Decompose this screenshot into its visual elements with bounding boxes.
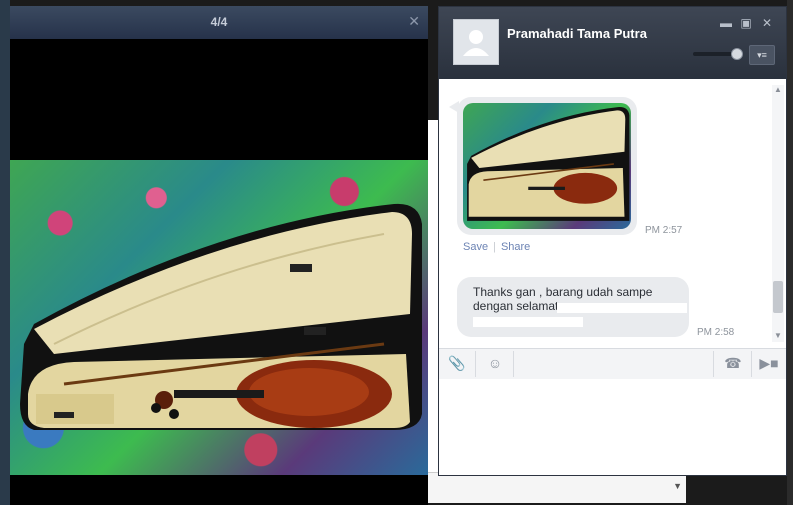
minimize-icon[interactable]: ▬ (719, 16, 733, 30)
message-list: PM 2:57 Save | Share Thanks gan , barang u… (439, 79, 786, 348)
photo-violin-case[interactable] (10, 160, 428, 475)
image-message-actions: Save | Share (463, 241, 531, 253)
violin-case-thumbnail-icon (467, 106, 630, 221)
image-message-bubble (457, 97, 637, 235)
chevron-down-icon[interactable]: ▼ (673, 481, 682, 491)
toolbar-divider (751, 351, 752, 377)
paperclip-icon[interactable]: 📎 (445, 355, 469, 373)
volume-slider-handle[interactable] (731, 48, 743, 60)
message-compose-area[interactable] (439, 379, 786, 475)
photo-viewer: 4/4 ✕ (10, 6, 428, 505)
photo-viewer-header: 4/4 ✕ (10, 6, 428, 39)
background-page-right (787, 0, 793, 505)
close-icon[interactable]: ✕ (408, 13, 420, 30)
contact-name[interactable]: Pramahadi Tama Putra (507, 26, 647, 41)
redacted-block (557, 303, 687, 313)
redacted-block (473, 317, 583, 327)
message-text-line-1: Thanks gan , barang udah sampe (473, 285, 653, 299)
photo-counter: 4/4 (210, 15, 228, 29)
chat-toolbar: 📎 ☺ ☎ ▶■ (439, 348, 786, 380)
chevron-down-icon[interactable]: ▼ (774, 331, 782, 340)
toolbar-divider (513, 351, 514, 377)
message-timestamp: PM 2:58 (697, 327, 735, 338)
emoji-icon[interactable]: ☺ (483, 355, 507, 373)
maximize-icon[interactable]: ▣ (739, 16, 753, 30)
scrollbar-thumb[interactable] (773, 281, 783, 313)
video-icon[interactable]: ▶■ (757, 355, 781, 373)
toolbar-divider (713, 351, 714, 377)
background-page-bottom: ▼ (428, 472, 686, 503)
chat-window: Pramahadi Tama Putra ▬ ▣ ✕ ▾≡ PM 2:57 Sa… (438, 6, 787, 476)
avatar[interactable] (453, 19, 499, 65)
close-icon[interactable]: ✕ (760, 16, 774, 30)
image-message-thumbnail[interactable] (463, 103, 631, 229)
options-menu-icon[interactable]: ▾≡ (749, 45, 775, 65)
message-timestamp: PM 2:57 (645, 225, 683, 236)
violin-case-illustration (20, 203, 422, 430)
toolbar-divider (475, 351, 476, 377)
save-link[interactable]: Save (463, 241, 488, 253)
share-link[interactable]: Share (501, 241, 530, 253)
text-message-bubble: Thanks gan , barang udah sampe dengan sel… (457, 277, 689, 337)
message-text-line-2: dengan selamat (473, 299, 559, 313)
chevron-up-icon[interactable]: ▲ (774, 85, 782, 94)
phone-icon[interactable]: ☎ (721, 355, 745, 373)
chat-header: Pramahadi Tama Putra ▬ ▣ ✕ ▾≡ (439, 7, 786, 79)
user-silhouette-icon (463, 30, 489, 56)
background-page-left (0, 0, 10, 505)
